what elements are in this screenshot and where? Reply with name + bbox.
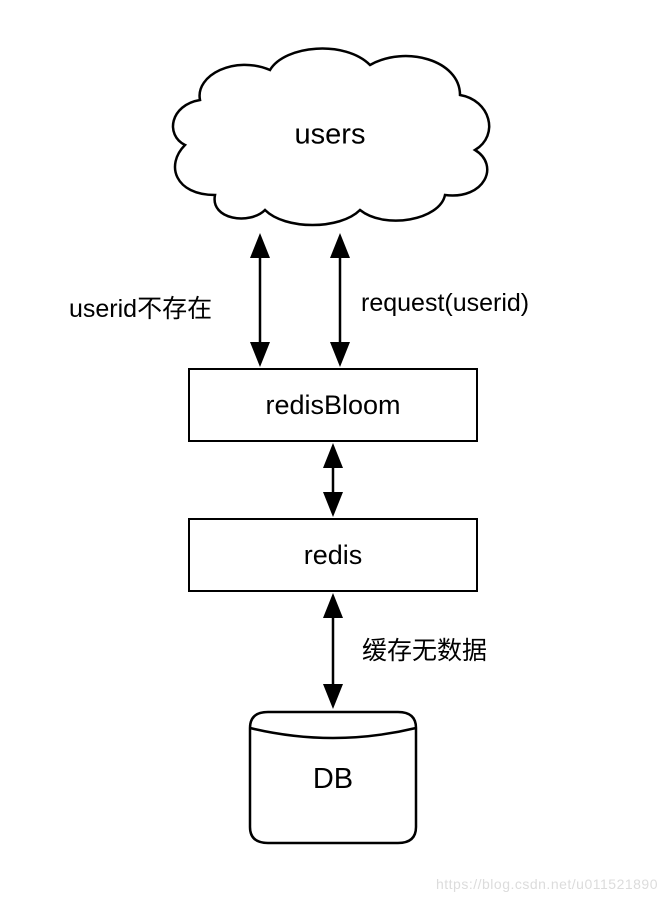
db-label: DB [313, 763, 353, 796]
label-request-userid: request(userid) [361, 289, 529, 318]
architecture-diagram: users redisBloom redis DB [0, 0, 670, 900]
redisbloom-node: redisBloom [188, 368, 478, 442]
db-node: DB [248, 710, 418, 845]
users-label: users [295, 119, 366, 152]
watermark-text: https://blog.csdn.net/u011521890 [436, 876, 658, 892]
redis-label: redis [304, 540, 363, 571]
users-cloud-node: users [155, 35, 505, 235]
redis-node: redis [188, 518, 478, 592]
label-cache-nodata: 缓存无数据 [362, 631, 487, 667]
label-userid-notexist: userid不存在 [69, 289, 212, 325]
redisbloom-label: redisBloom [265, 390, 400, 421]
